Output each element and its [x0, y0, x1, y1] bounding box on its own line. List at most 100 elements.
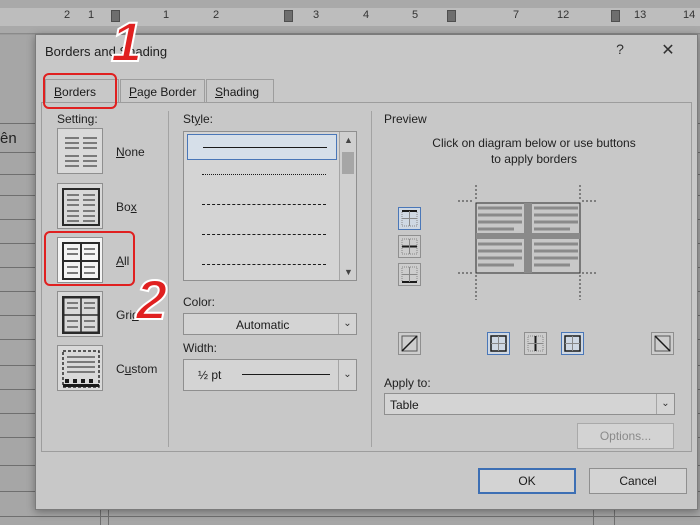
ruler-number: 1: [163, 9, 170, 21]
preview-table-icon: [458, 185, 598, 300]
ruler-number: 2: [64, 9, 71, 21]
preview-hint-line1: Click on diagram below or use buttons: [432, 136, 636, 150]
help-button[interactable]: ?: [609, 41, 631, 61]
cancel-button[interactable]: Cancel: [589, 468, 687, 494]
chevron-down-icon[interactable]: ⌄: [656, 394, 674, 414]
setting-box-pre: Bo: [116, 200, 131, 214]
tab-page-border-accel: P: [129, 85, 138, 99]
preview-hint-line2: to apply borders: [490, 152, 578, 166]
ruler-number: 3: [313, 9, 320, 21]
diagonal-down-border-button[interactable]: [398, 332, 421, 355]
setting-grid-pre: Gri: [116, 308, 132, 322]
setting-grid-button[interactable]: [57, 291, 103, 337]
highlight-all-setting: [44, 231, 135, 286]
top-border-icon: [401, 210, 418, 227]
preview-label: Preview: [384, 112, 427, 126]
tab-shading-rest: hading: [223, 85, 260, 99]
width-line-sample: [242, 374, 330, 375]
chevron-down-icon[interactable]: ⌄: [338, 360, 356, 390]
diagonal-down-border-icon: [401, 335, 418, 352]
ruler-number: 1: [88, 9, 95, 21]
close-button[interactable]: ✕: [656, 40, 680, 62]
setting-label: Setting:: [57, 112, 98, 126]
ruler: 2 1 1 2 3 4 5 7 12 13 14: [0, 0, 700, 34]
setting-none-rest: one: [124, 145, 145, 159]
inside-horizontal-border-button[interactable]: [398, 235, 421, 258]
right-border-icon: [564, 335, 581, 352]
ruler-marker[interactable]: [611, 10, 620, 22]
bottom-border-button[interactable]: [398, 263, 421, 286]
tab-page-border[interactable]: Page Border: [120, 79, 205, 103]
separator: [168, 111, 169, 447]
setting-grid-icon: [62, 296, 100, 334]
setting-box-label: Box: [116, 200, 137, 214]
left-border-button[interactable]: [487, 332, 510, 355]
apply-to-value: Table: [390, 398, 419, 412]
style-option-small-dash[interactable]: [187, 192, 337, 218]
style-option-dash-dot[interactable]: [187, 252, 337, 278]
right-border-button[interactable]: [561, 332, 584, 355]
style-option-large-dash[interactable]: [187, 222, 337, 248]
color-dropdown[interactable]: Automatic ⌄: [183, 313, 357, 335]
document-cell-text: ên: [0, 130, 17, 147]
style-label-pre: St: [183, 112, 195, 126]
style-listbox[interactable]: ▲ ▼: [183, 131, 357, 281]
style-option-dotted[interactable]: [187, 162, 337, 188]
preview-diagram[interactable]: [458, 175, 598, 305]
style-scrollbar[interactable]: ▲ ▼: [339, 132, 356, 280]
width-dropdown[interactable]: ½ pt ⌄: [183, 359, 357, 391]
ruler-number: 7: [513, 9, 520, 21]
apply-to-label: Apply to:: [384, 376, 431, 390]
setting-custom-rest: stom: [131, 362, 158, 376]
ruler-number: 5: [412, 9, 419, 21]
dialog-title: Borders and Shading: [45, 44, 168, 59]
style-label: Style:: [183, 112, 213, 126]
ruler-number: 12: [557, 9, 570, 21]
setting-box-accel: x: [130, 200, 137, 214]
ruler-strip: [0, 8, 700, 26]
top-border-button[interactable]: [398, 207, 421, 230]
ruler-number: 2: [213, 9, 220, 21]
ruler-number: 13: [634, 9, 647, 21]
apply-to-dropdown[interactable]: Table ⌄: [384, 393, 675, 415]
left-border-icon: [490, 335, 507, 352]
setting-custom-button[interactable]: [57, 345, 103, 391]
step-number-1: 1: [110, 10, 143, 73]
style-label-rest: le:: [200, 112, 214, 126]
ruler-marker[interactable]: [447, 10, 456, 22]
color-label: Color:: [183, 295, 216, 309]
diagonal-up-border-icon: [654, 335, 671, 352]
options-button[interactable]: Options...: [577, 423, 674, 449]
ok-button[interactable]: OK: [478, 468, 576, 494]
setting-none-button[interactable]: [57, 128, 103, 174]
setting-custom-icon: [62, 350, 100, 388]
chevron-down-icon[interactable]: ⌄: [338, 314, 356, 334]
table-line: [0, 516, 700, 517]
setting-none-label: None: [116, 145, 145, 159]
bottom-border-icon: [401, 266, 418, 283]
style-option-solid[interactable]: [187, 134, 337, 160]
inside-horizontal-border-icon: [401, 238, 418, 255]
setting-none-accel: N: [116, 145, 125, 159]
inside-vertical-border-icon: [527, 335, 544, 352]
ruler-number: 4: [363, 9, 370, 21]
scroll-up-icon[interactable]: ▲: [340, 132, 357, 148]
setting-custom-label: Custom: [116, 362, 157, 376]
separator: [371, 111, 372, 447]
ruler-marker[interactable]: [284, 10, 293, 22]
tab-shading-accel: S: [215, 85, 224, 99]
color-value: Automatic: [236, 318, 290, 332]
preview-hint: Click on diagram below or use buttons to…: [414, 135, 654, 167]
inside-vertical-border-button[interactable]: [524, 332, 547, 355]
step-number-2: 2: [135, 268, 168, 331]
diagonal-up-border-button[interactable]: [651, 332, 674, 355]
highlight-borders-tab: [43, 73, 117, 109]
setting-box-button[interactable]: [57, 183, 103, 229]
scroll-thumb[interactable]: [342, 152, 354, 174]
tab-page-border-rest: age Border: [137, 85, 197, 99]
width-value: ½ pt: [198, 368, 222, 382]
scroll-down-icon[interactable]: ▼: [340, 264, 357, 280]
setting-none-icon: [65, 137, 97, 167]
setting-custom-pre: C: [116, 362, 125, 376]
tab-shading[interactable]: Shading: [206, 79, 274, 103]
